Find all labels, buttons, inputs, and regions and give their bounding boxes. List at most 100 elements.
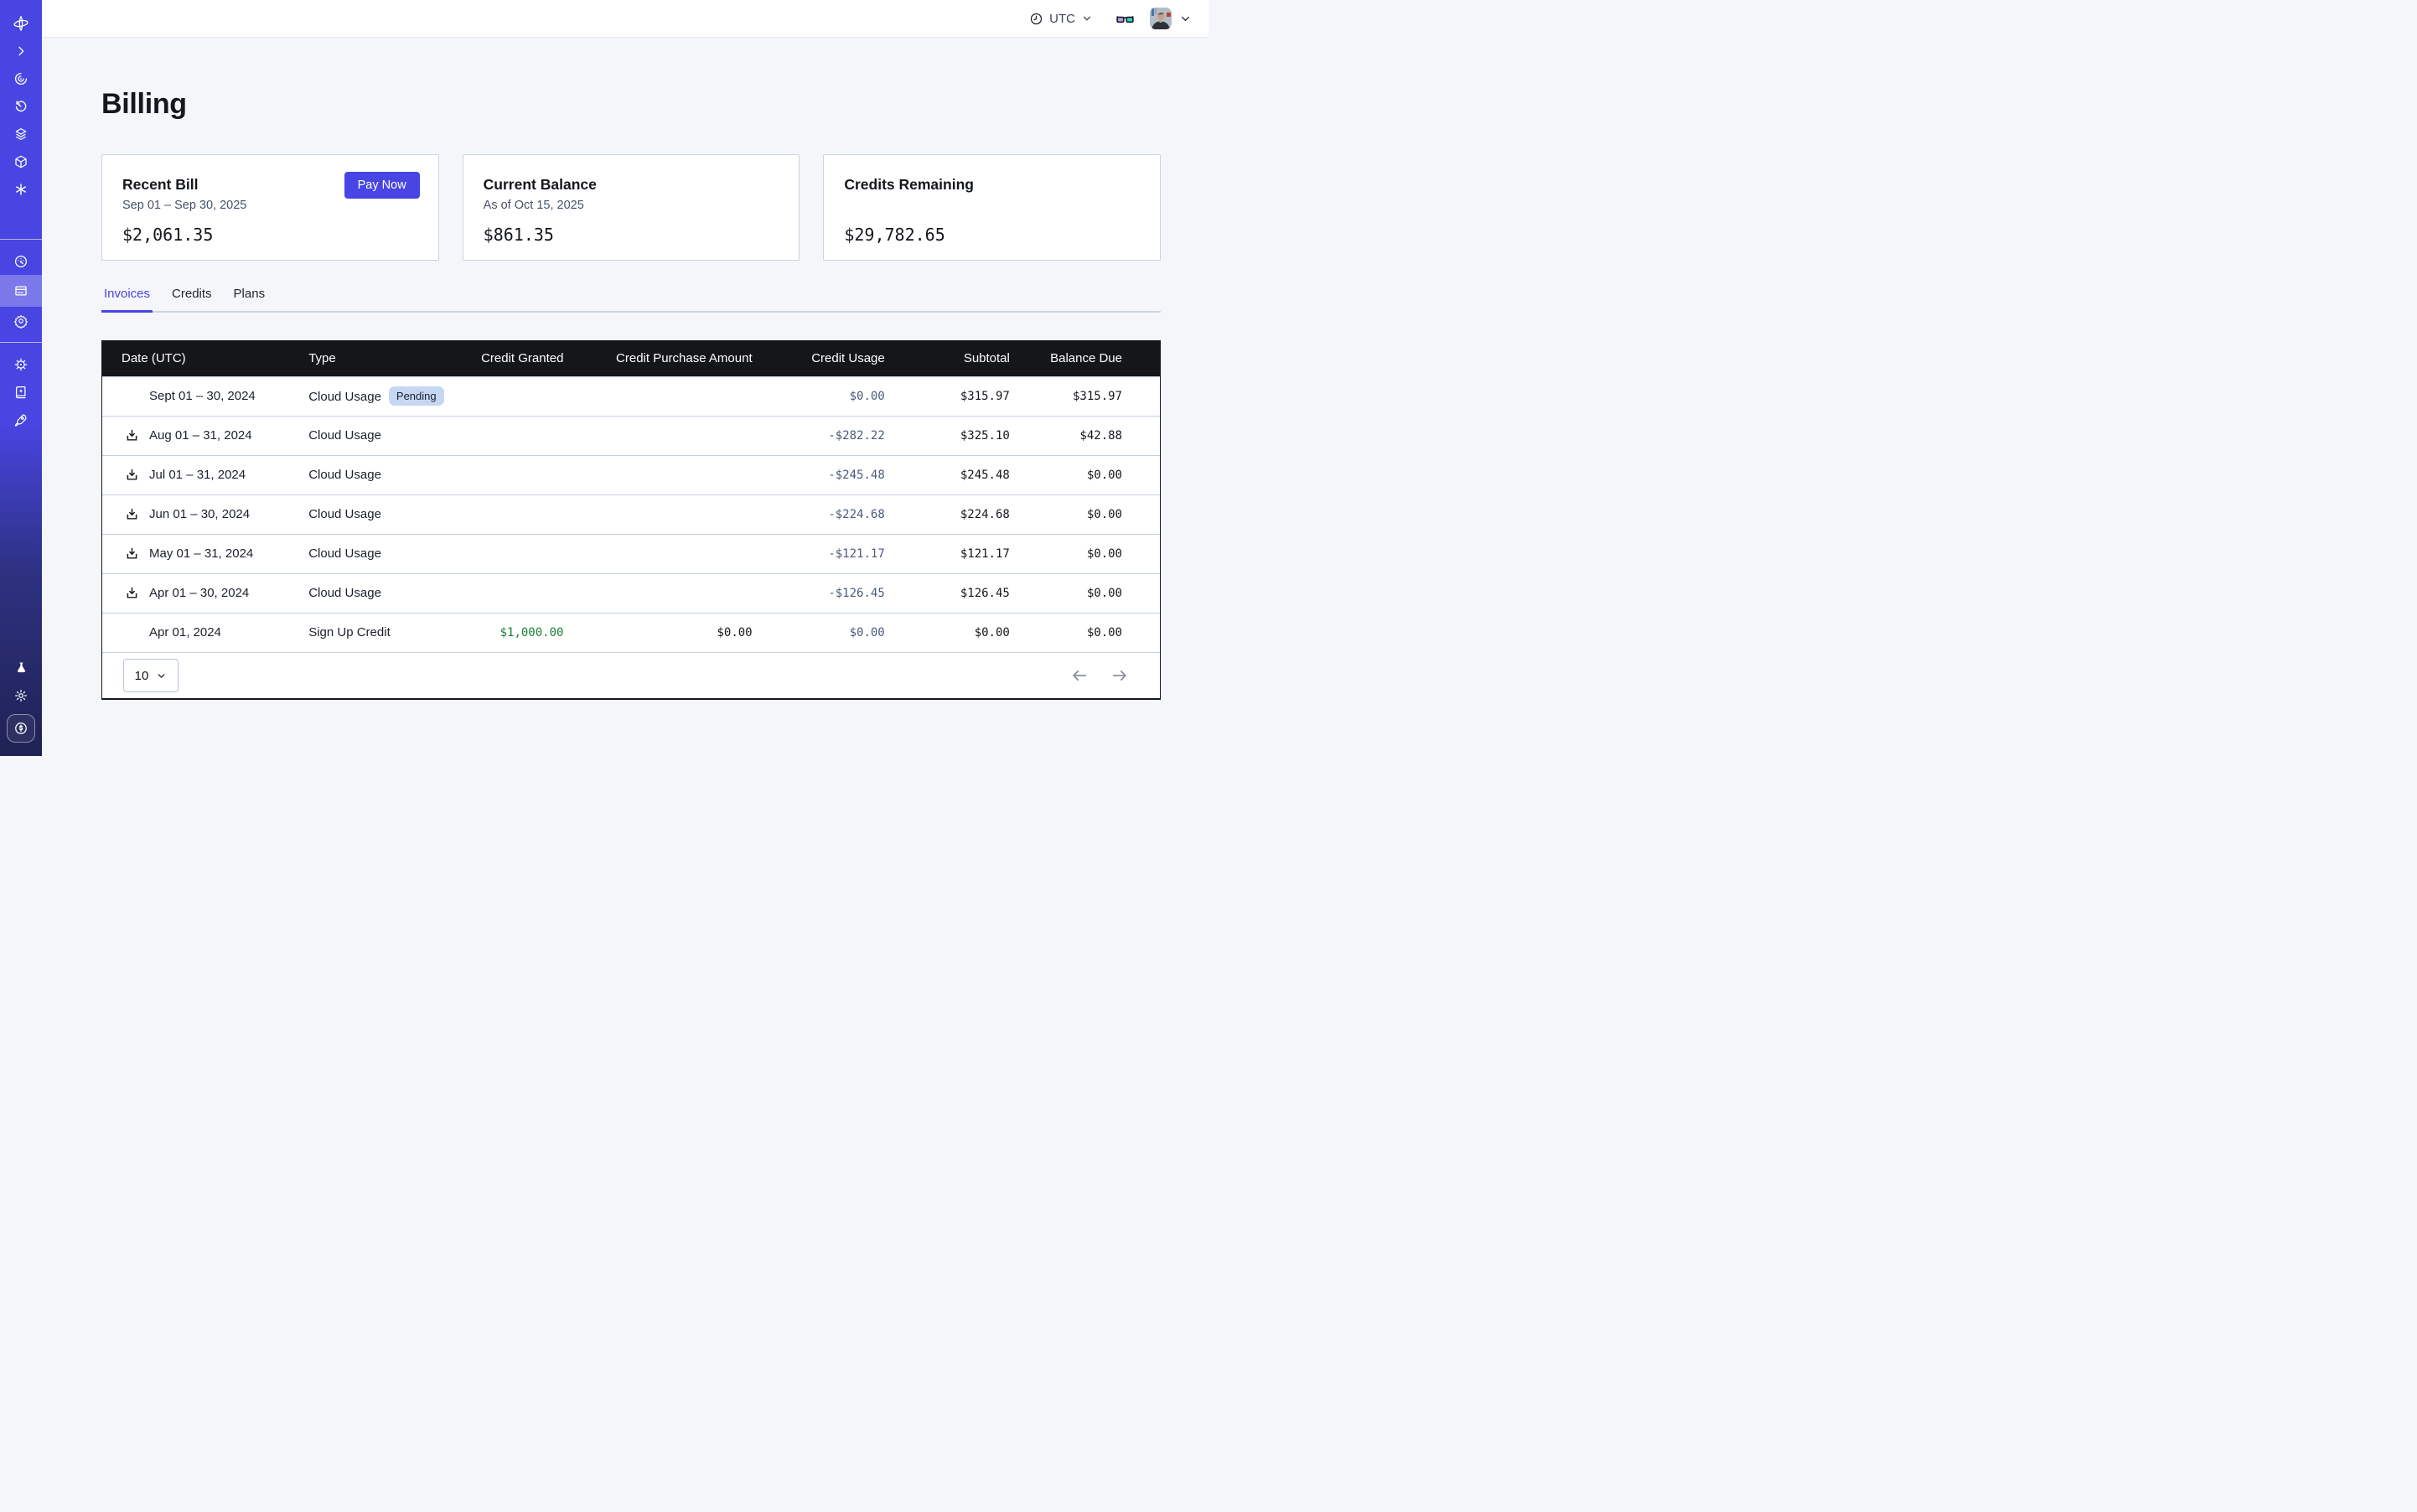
topbar: UTC xyxy=(42,0,1208,38)
invoice-date: May 01 – 31, 2024 xyxy=(149,546,253,561)
credit-purchase-amount-cell xyxy=(594,455,783,495)
next-page-button[interactable] xyxy=(1110,666,1129,685)
credit-usage-cell: -$224.68 xyxy=(784,495,916,534)
credit-purchase-amount-cell xyxy=(594,495,783,534)
current-balance-card: Current Balance As of Oct 15, 2025 $861.… xyxy=(463,154,800,261)
invoices-table: Date (UTC) Type Credit Granted Credit Pu… xyxy=(101,340,1161,700)
column-header-credit-purchase-amount: Credit Purchase Amount xyxy=(594,341,783,376)
invoice-type: Cloud Usage xyxy=(308,507,381,521)
subtotal-cell: $0.00 xyxy=(916,613,1041,652)
balance-due-cell: $0.00 xyxy=(1041,495,1160,534)
rows-per-page-select[interactable]: 10 xyxy=(123,659,179,692)
sidebar-item-history[interactable] xyxy=(0,92,42,120)
rows-per-page-value: 10 xyxy=(135,669,149,683)
column-header-subtotal: Subtotal xyxy=(916,341,1041,376)
sidebar-item-observe[interactable] xyxy=(0,65,42,92)
credit-granted-cell xyxy=(476,376,594,416)
chevron-down-icon[interactable] xyxy=(1179,13,1192,25)
sidebar-item-billing[interactable] xyxy=(0,275,42,307)
sidebar-item-functions[interactable] xyxy=(0,175,42,203)
subtotal-cell: $245.48 xyxy=(916,455,1041,495)
avatar[interactable] xyxy=(1150,8,1172,29)
download-invoice-icon[interactable] xyxy=(125,586,139,600)
table-header-row: Date (UTC) Type Credit Granted Credit Pu… xyxy=(102,341,1160,376)
timezone-select[interactable]: UTC xyxy=(1029,12,1093,26)
credits-button[interactable] xyxy=(7,714,35,743)
credits-remaining-amount: $29,782.65 xyxy=(844,225,1140,245)
credit-granted-cell xyxy=(476,455,594,495)
balance-due-cell: $0.00 xyxy=(1041,534,1160,573)
invoice-date: Aug 01 – 31, 2024 xyxy=(149,428,252,443)
sidebar-item-layers[interactable] xyxy=(0,120,42,148)
credit-purchase-amount-cell xyxy=(594,534,783,573)
invoice-row: Apr 01, 2024 Sign Up Credit $1,000.00 $0… xyxy=(102,613,1160,652)
sidebar-item-theme[interactable] xyxy=(0,681,42,709)
download-invoice-icon[interactable] xyxy=(125,546,139,561)
credit-usage-cell: -$245.48 xyxy=(784,455,916,495)
previous-page-button[interactable] xyxy=(1070,666,1089,685)
status-badge: Pending xyxy=(389,386,444,406)
sidebar-item-collapse[interactable] xyxy=(0,37,42,65)
dollar-seal-icon xyxy=(13,720,29,737)
card-title: Credits Remaining xyxy=(844,176,1140,194)
recent-bill-card: Recent Bill Sep 01 – Sep 30, 2025 $2,061… xyxy=(101,154,439,261)
sidebar-divider xyxy=(0,239,42,240)
page-title: Billing xyxy=(101,88,1161,121)
balance-due-cell: $42.88 xyxy=(1041,416,1160,455)
invoice-type: Cloud Usage xyxy=(308,546,381,561)
credit-purchase-amount-cell xyxy=(594,376,783,416)
rocket-icon xyxy=(13,412,28,427)
column-header-credit-granted: Credit Granted xyxy=(476,341,594,376)
sidebar-item-logo[interactable] xyxy=(0,9,42,37)
chevron-right-icon xyxy=(14,44,28,58)
invoice-date: Jun 01 – 30, 2024 xyxy=(149,507,250,521)
credit-usage-cell: $0.00 xyxy=(784,613,916,652)
pay-now-button[interactable]: Pay Now xyxy=(344,172,420,199)
sidebar-item-settings[interactable] xyxy=(0,307,42,334)
history-timer-icon xyxy=(13,99,28,114)
billing-card-icon xyxy=(13,283,28,298)
column-header-type: Type xyxy=(301,341,476,376)
docs-book-icon xyxy=(13,385,28,400)
tab-invoices[interactable]: Invoices xyxy=(101,287,153,313)
subtotal-cell: $126.45 xyxy=(916,573,1041,613)
download-invoice-icon[interactable] xyxy=(125,428,139,443)
download-invoice-icon[interactable] xyxy=(125,507,139,521)
card-subtitle xyxy=(844,199,1140,214)
sidebar-item-getting-started[interactable] xyxy=(0,406,42,433)
chevron-down-icon xyxy=(156,671,167,681)
orbit-logo-icon xyxy=(13,15,29,32)
card-title: Current Balance xyxy=(484,176,779,194)
column-header-credit-usage: Credit Usage xyxy=(784,341,916,376)
credit-granted-cell xyxy=(476,573,594,613)
sidebar-item-support[interactable] xyxy=(0,350,42,378)
sidebar-item-labs[interactable] xyxy=(0,654,42,681)
sidebar-item-packages[interactable] xyxy=(0,148,42,175)
subtotal-cell: $315.97 xyxy=(916,376,1041,416)
tab-plans[interactable]: Plans xyxy=(231,287,268,313)
sidebar-item-usage[interactable] xyxy=(0,247,42,275)
sidebar-item-docs[interactable] xyxy=(0,378,42,406)
sidebar xyxy=(0,0,42,756)
credit-granted-cell xyxy=(476,495,594,534)
tab-credits[interactable]: Credits xyxy=(169,287,215,313)
summary-cards: Recent Bill Sep 01 – Sep 30, 2025 $2,061… xyxy=(101,154,1161,261)
invoice-row: Jun 01 – 30, 2024 Cloud Usage -$224.68 $… xyxy=(102,495,1160,534)
invoice-type: Cloud Usage xyxy=(308,428,381,443)
invoice-row: Aug 01 – 31, 2024 Cloud Usage -$282.22 $… xyxy=(102,416,1160,455)
glasses-icon[interactable] xyxy=(1115,9,1135,28)
layers-icon xyxy=(13,127,28,142)
observe-eye-icon xyxy=(13,71,28,86)
subtotal-cell: $121.17 xyxy=(916,534,1041,573)
helm-wheel-icon xyxy=(13,357,28,372)
clock-icon xyxy=(1029,12,1043,26)
subtotal-cell: $224.68 xyxy=(916,495,1041,534)
invoice-row: May 01 – 31, 2024 Cloud Usage -$121.17 $… xyxy=(102,534,1160,573)
subtotal-cell: $325.10 xyxy=(916,416,1041,455)
credit-usage-cell: -$121.17 xyxy=(784,534,916,573)
balance-due-cell: $0.00 xyxy=(1041,455,1160,495)
download-invoice-icon[interactable] xyxy=(125,468,139,482)
invoice-type: Cloud Usage xyxy=(308,586,381,600)
theme-sun-icon xyxy=(13,688,28,703)
invoice-type: Cloud Usage xyxy=(308,468,381,482)
